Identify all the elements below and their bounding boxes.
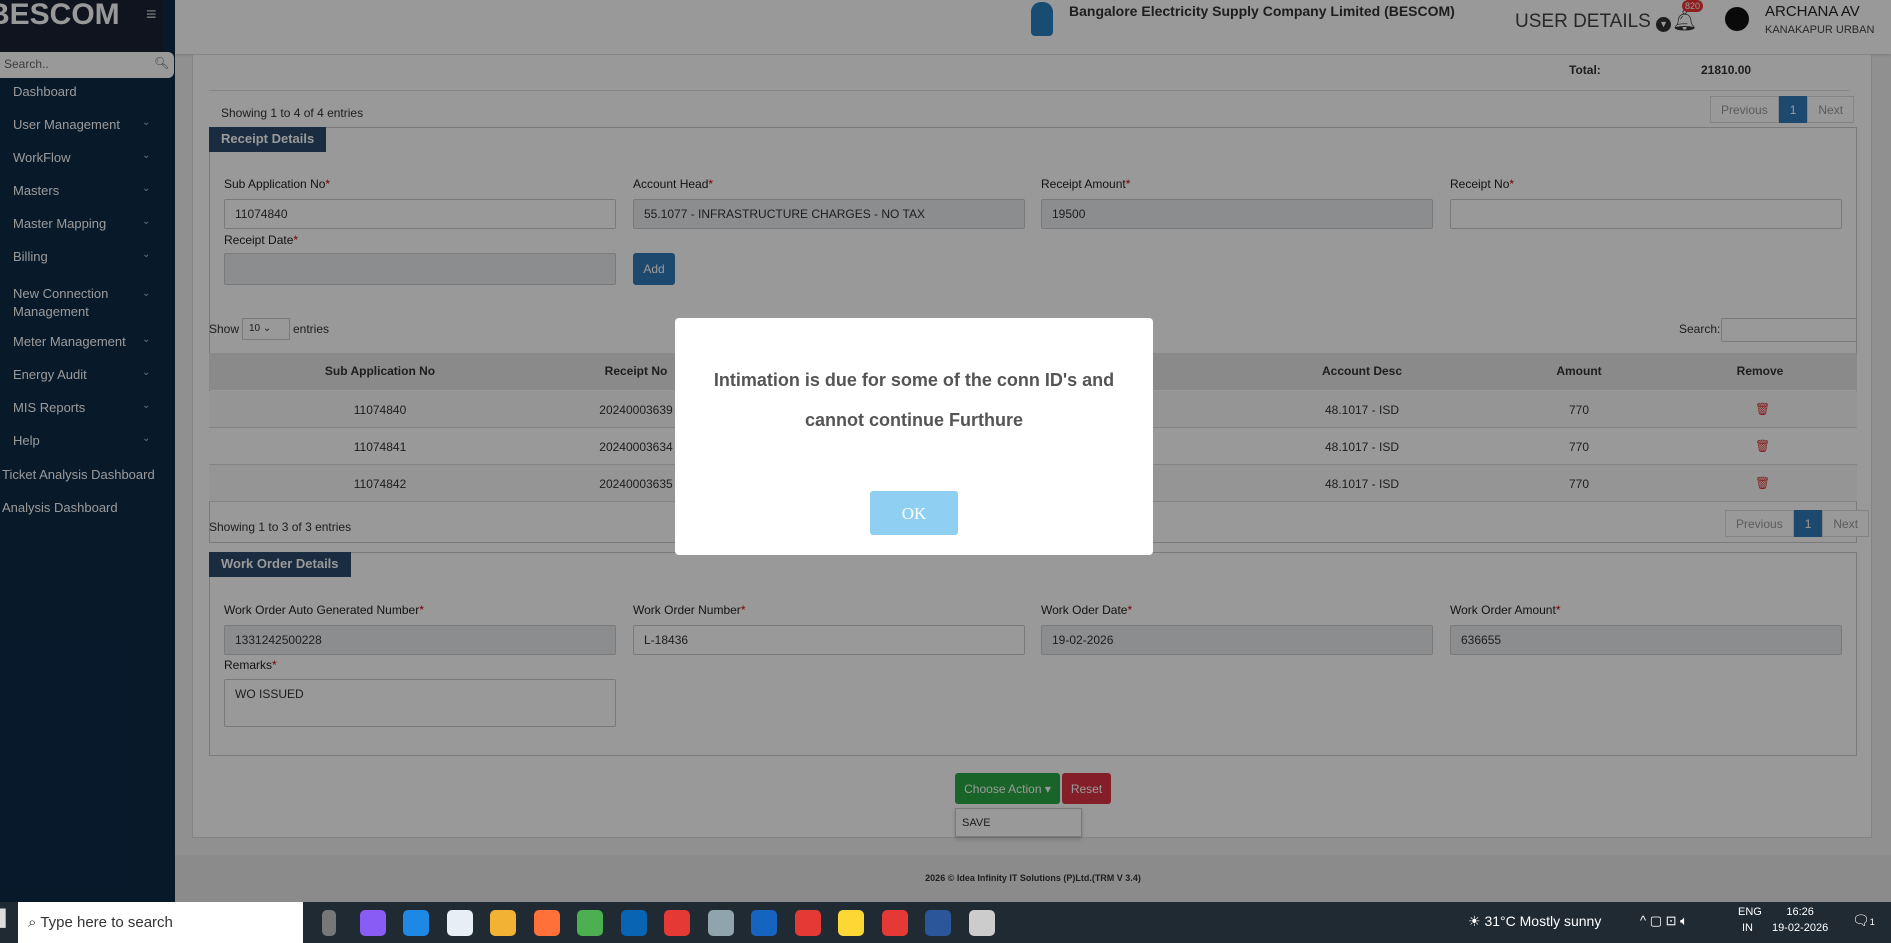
firefox-icon[interactable] — [533, 910, 560, 936]
app-icon[interactable] — [968, 910, 995, 936]
search-icon: ⌕ — [28, 914, 37, 931]
taskbar-search-placeholder: Type here to search — [40, 914, 173, 931]
taskbar-search[interactable]: ⌕ Type here to search — [18, 902, 303, 943]
taskbar: ▌ ⌕ Type here to search ☀ 31°C Mostly su… — [0, 902, 1891, 943]
outlook-icon[interactable] — [620, 910, 647, 936]
modal-message: Intimation is due for some of the conn I… — [713, 370, 1115, 430]
sticky-notes-icon[interactable] — [838, 910, 864, 936]
alert-modal: Intimation is due for some of the conn I… — [675, 318, 1153, 555]
task-view-icon[interactable] — [322, 910, 336, 936]
chrome-icon[interactable] — [664, 910, 690, 936]
app-icon[interactable] — [751, 910, 777, 936]
chrome-active-icon[interactable] — [881, 910, 908, 936]
app-icon[interactable] — [577, 910, 603, 936]
notifications-icon[interactable]: 🗨︎1 — [1852, 912, 1875, 929]
copilot-icon[interactable] — [359, 910, 386, 936]
edge-icon[interactable] — [403, 910, 429, 936]
file-explorer-icon[interactable] — [490, 910, 516, 936]
clock[interactable]: 16:26 19-02-2026 — [1772, 906, 1828, 934]
weather-widget[interactable]: ☀ 31°C Mostly sunny — [1468, 913, 1601, 930]
language-indicator[interactable]: ENG IN — [1738, 906, 1762, 934]
calculator-icon[interactable] — [707, 910, 734, 936]
chrome-profile-icon[interactable] — [794, 910, 821, 936]
tray-icons[interactable]: ^ ▢ ⊡ 🔈︎ — [1640, 913, 1688, 929]
word-icon[interactable] — [925, 910, 951, 936]
ok-button[interactable]: OK — [870, 491, 958, 535]
store-icon[interactable] — [446, 910, 473, 936]
start-icon[interactable]: ▌ — [0, 910, 11, 928]
